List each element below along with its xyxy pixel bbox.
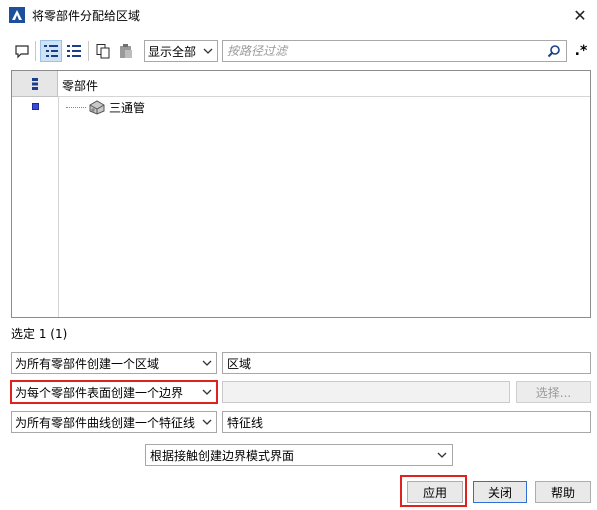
feature-curve-name-value: 特征线 [227,415,264,430]
feature-curve-name-input[interactable]: 特征线 [222,411,591,433]
close-window-button[interactable]: ✕ [569,4,591,26]
row-selected-marker [32,103,39,110]
paste-button[interactable] [115,40,137,62]
tree-list-icon [44,45,58,57]
contact-interface-mode-dropdown[interactable]: 根据接触创建边界模式界面 [145,444,453,466]
select-button[interactable]: 选择... [516,381,591,403]
parts-tree: 零部件 三通管 [11,70,591,318]
chevron-down-icon [203,48,213,54]
feature-curve-mode-dropdown[interactable]: 为所有零部件曲线创建一个特征线 [11,411,217,433]
boundary-mode-dropdown[interactable]: 为每个零部件表面创建一个边界 [10,380,218,404]
contact-interface-mode-value: 根据接触创建边界模式界面 [150,448,295,463]
region-mode-value: 为所有零部件创建一个区域 [15,356,160,371]
path-filter-field [222,40,567,62]
region-name-input[interactable]: 区域 [222,352,591,374]
comment-button[interactable] [11,40,33,62]
toolbar-separator [35,41,36,61]
parts-column-header: 零部件 [62,79,99,93]
regex-label: .* [574,43,588,59]
close-icon: ✕ [573,5,587,25]
help-button[interactable]: 帮助 [535,481,591,503]
chevron-down-icon [435,448,449,465]
part-body-icon [89,100,105,115]
clipboard-icon [120,44,132,58]
marker-column-header[interactable] [12,71,58,97]
flat-list-icon [67,45,81,57]
column-marker-icon [31,77,38,90]
region-mode-dropdown[interactable]: 为所有零部件创建一个区域 [11,352,217,374]
tree-header: 零部件 [12,71,590,97]
toolbar-separator [88,41,89,61]
chevron-down-icon [198,382,216,402]
speech-bubble-icon [15,45,29,59]
show-filter-dropdown[interactable]: 显示全部 [144,40,218,62]
help-button-label: 帮助 [550,485,575,500]
close-button[interactable]: 关闭 [473,481,527,503]
path-filter-input[interactable] [227,44,527,58]
boundary-mode-value: 为每个零部件表面创建一个边界 [15,385,184,400]
close-button-label: 关闭 [487,485,512,500]
apply-button-label: 应用 [422,485,447,500]
app-logo-icon [9,7,25,23]
title-bar: 将零部件分配给区域 ✕ [0,0,597,30]
regex-toggle-button[interactable]: .* [570,40,592,62]
copy-button[interactable] [92,40,114,62]
flat-list-toggle[interactable] [63,40,85,62]
show-filter-value: 显示全部 [148,44,197,59]
chevron-down-icon [198,353,216,373]
apply-button[interactable]: 应用 [407,481,463,503]
search-icon[interactable] [547,44,561,58]
tree-node-part[interactable]: 三通管 [66,98,145,116]
window-title: 将零部件分配给区域 [32,9,141,23]
column-divider [58,97,59,317]
boundary-name-input[interactable] [222,381,510,403]
region-name-value: 区域 [227,356,252,371]
tree-node-label: 三通管 [109,100,146,115]
copy-icon [96,44,110,59]
tree-connector [66,106,86,108]
feature-curve-mode-value: 为所有零部件曲线创建一个特征线 [15,415,196,430]
selection-status: 选定 1 (1) [11,327,68,341]
select-button-label: 选择... [535,385,572,400]
tree-view-toggle[interactable] [40,40,62,62]
chevron-down-icon [198,412,216,432]
